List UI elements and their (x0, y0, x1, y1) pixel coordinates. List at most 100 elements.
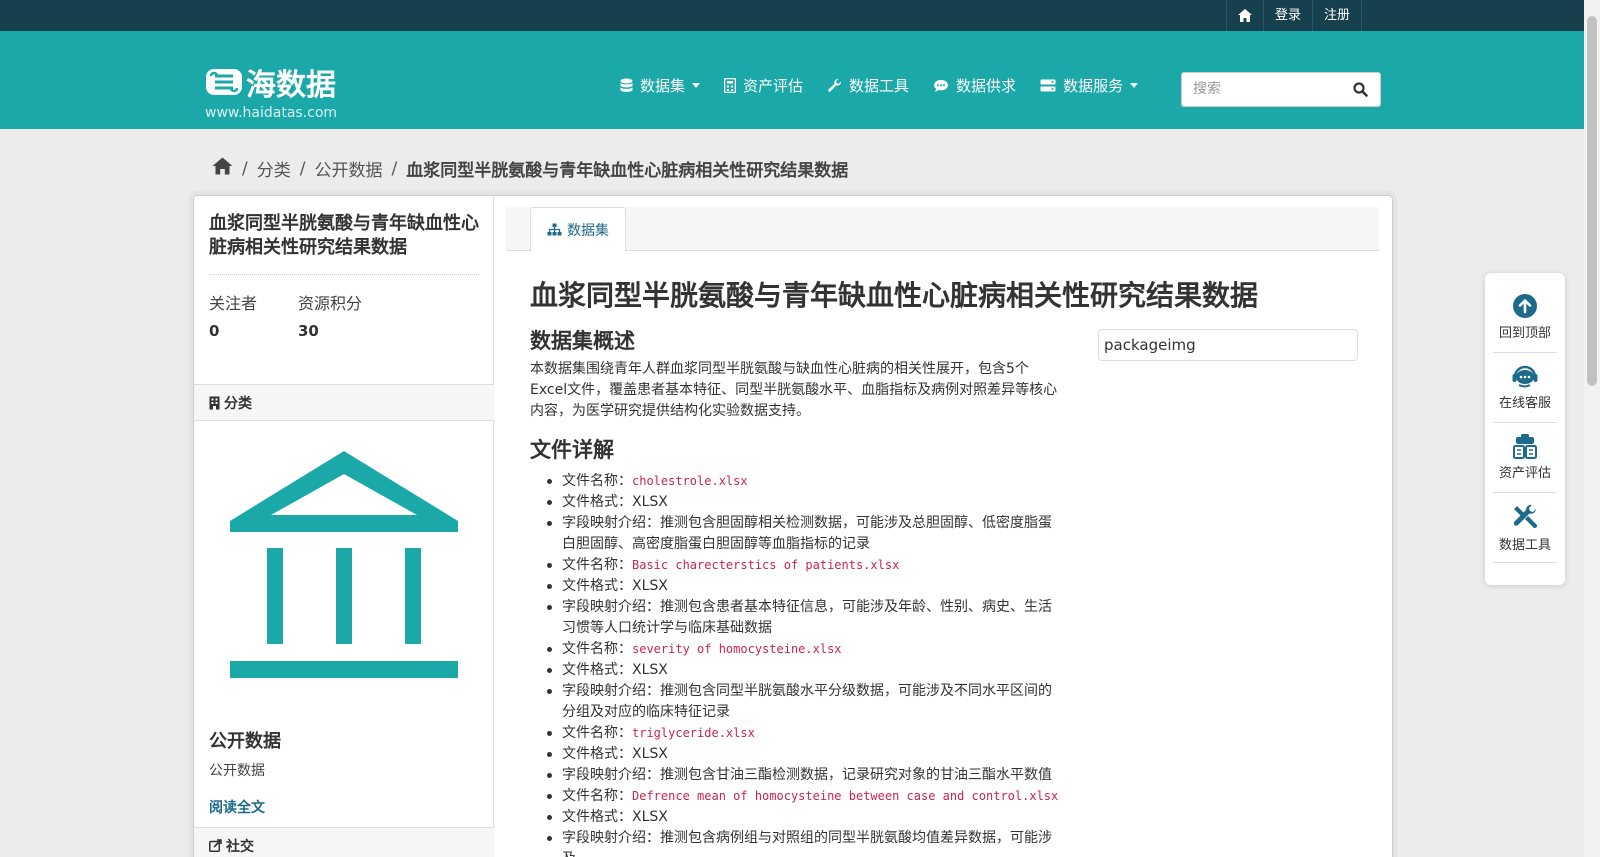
floating-tool-panel: 回到顶部 在线客服 资产评估 数据工具 (1485, 273, 1565, 585)
list-item: 字段映射介绍：推测包含胆固醇相关检测数据，可能涉及总胆固醇、低密度脂蛋白胆固醇、… (530, 513, 1065, 555)
read-more-link[interactable]: 阅读全文 (209, 797, 265, 817)
server-icon (1040, 79, 1056, 92)
format-prefix: 文件格式： (562, 494, 632, 510)
sidebar: 血浆同型半胱氨酸与青年缺血性心脏病相关性研究结果数据 关注者 资源积分 0 30… (194, 196, 494, 857)
list-item: 字段映射介绍：推测包含甘油三酯检测数据，记录研究对象的甘油三酯水平数值 (530, 765, 1065, 786)
list-item: 文件格式：XLSX (530, 744, 1065, 765)
logo-mark-icon (206, 69, 242, 95)
file-list: 文件名称：cholestrole.xlsx 文件格式：XLSX 字段映射介绍：推… (530, 471, 1065, 857)
list-item: 文件名称：triglyceride.xlsx (530, 723, 1065, 744)
back-to-top-button[interactable]: 回到顶部 (1493, 283, 1557, 353)
points-label: 资源积分 (298, 294, 363, 313)
site-logo[interactable]: 海数据 (205, 60, 336, 104)
login-link[interactable]: 登录 (1262, 0, 1312, 31)
chevron-down-icon (1130, 83, 1139, 88)
org-description: 公开数据 (209, 763, 265, 779)
float-label: 数据工具 (1498, 538, 1551, 553)
name-prefix: 文件名称： (562, 641, 632, 657)
online-support-button[interactable]: 在线客服 (1493, 353, 1557, 423)
org-heading: 公开数据 (209, 731, 281, 752)
list-item: 文件名称：Basic charecterstics of patients.xl… (530, 555, 1065, 576)
nav-data-tools[interactable]: 数据工具 (827, 75, 909, 96)
home-icon (212, 157, 233, 175)
file-name: cholestrole.xlsx (632, 474, 748, 488)
chevron-down-icon (692, 83, 701, 88)
account-links: 登录 注册 (1225, 0, 1362, 31)
social-module-heading: 社交 (194, 827, 494, 857)
name-prefix: 文件名称： (562, 557, 632, 573)
clipboard-icon (1513, 434, 1537, 459)
breadcrumb: / 分类 / 公开数据 / 血浆同型半胱氨酸与青年缺血性心脏病相关性研究结果数据 (212, 156, 848, 181)
file-name: severity of homocysteine.xlsx (632, 642, 842, 656)
followers-count: 0 (209, 322, 220, 340)
breadcrumb-separator: / (299, 158, 306, 179)
scrollbar-thumb[interactable] (1587, 16, 1597, 386)
name-prefix: 文件名称： (562, 473, 632, 489)
list-item: 字段映射介绍：推测包含同型半胱氨酸水平分级数据，可能涉及不同水平区间的分组及对应… (530, 681, 1065, 723)
main-wrapper: 血浆同型半胱氨酸与青年缺血性心脏病相关性研究结果数据 关注者 资源积分 0 30… (193, 195, 1393, 857)
list-item: 文件名称：severity of homocysteine.xlsx (530, 639, 1065, 660)
breadcrumb-category[interactable]: 分类 (257, 156, 291, 181)
nav-label: 数据服务 (1063, 77, 1124, 95)
breadcrumb-home[interactable] (212, 157, 233, 180)
float-label: 回到顶部 (1498, 326, 1551, 341)
nav-label: 资产评估 (743, 77, 804, 95)
list-item: 文件名称：cholestrole.xlsx (530, 471, 1065, 492)
search-button[interactable] (1353, 82, 1368, 101)
name-prefix: 文件名称： (562, 788, 632, 804)
breadcrumb-current[interactable]: 血浆同型半胱氨酸与青年缺血性心脏病相关性研究结果数据 (406, 156, 848, 181)
file-format: XLSX (632, 662, 668, 678)
float-label: 资产评估 (1498, 466, 1551, 481)
headset-icon (1512, 365, 1538, 388)
list-item: 字段映射介绍：推测包含病例组与对照组的同型半胱氨酸均值差异数据，可能涉及 (530, 828, 1065, 857)
nav-datasets[interactable]: 数据集 (620, 75, 701, 96)
desc-prefix: 字段映射介绍： (562, 599, 660, 615)
sitemap-icon (547, 223, 562, 236)
home-link[interactable] (1225, 0, 1263, 31)
building-icon (209, 396, 220, 409)
file-format: XLSX (632, 494, 668, 510)
nav-data-services[interactable]: 数据服务 (1040, 75, 1139, 96)
search-input[interactable] (1193, 81, 1338, 97)
list-item: 文件格式：XLSX (530, 807, 1065, 828)
calculator-icon (724, 78, 737, 93)
breadcrumb-separator: / (391, 158, 398, 179)
search-icon (1353, 82, 1368, 97)
primary-content: 数据集 血浆同型半胱氨酸与青年缺血性心脏病相关性研究结果数据 数据集概述 本数据… (494, 196, 1392, 857)
main-nav: 数据集 资产评估 数据工具 数据供求 数据服务 (620, 75, 1162, 96)
desc-prefix: 字段映射介绍： (562, 830, 660, 846)
float-label: 在线客服 (1498, 396, 1551, 411)
format-prefix: 文件格式： (562, 809, 632, 825)
nav-label: 数据供求 (956, 77, 1017, 95)
data-tools-button[interactable]: 数据工具 (1493, 493, 1557, 563)
category-module-heading: 分类 (194, 384, 494, 421)
list-item: 文件名称：Defrence mean of homocysteine betwe… (530, 786, 1065, 807)
tab-dataset[interactable]: 数据集 (530, 207, 626, 252)
asset-eval-button[interactable]: 资产评估 (1493, 423, 1557, 493)
page-scrollbar[interactable] (1584, 0, 1600, 857)
breadcrumb-org[interactable]: 公开数据 (314, 156, 382, 181)
format-prefix: 文件格式： (562, 578, 632, 594)
dataset-heading: 血浆同型半胱氨酸与青年缺血性心脏病相关性研究结果数据 (530, 279, 1259, 312)
name-prefix: 文件名称： (562, 725, 632, 741)
desc-prefix: 字段映射介绍： (562, 683, 660, 699)
nav-label: 数据集 (640, 77, 686, 95)
divider (209, 274, 479, 275)
tools-icon (1513, 504, 1538, 529)
share-icon (209, 839, 222, 852)
comment-icon (934, 79, 949, 92)
sidebar-dataset-title: 血浆同型半胱氨酸与青年缺血性心脏病相关性研究结果数据 (209, 213, 479, 258)
package-image: packageimg (1098, 329, 1358, 361)
register-link[interactable]: 注册 (1311, 0, 1362, 31)
arrow-up-circle-icon (1513, 294, 1537, 318)
desc-prefix: 字段映射介绍： (562, 767, 660, 783)
file-format: XLSX (632, 746, 668, 762)
nav-asset-eval[interactable]: 资产评估 (724, 75, 803, 96)
tab-label: 数据集 (567, 222, 609, 239)
breadcrumb-separator: / (242, 158, 248, 179)
module-heading-label: 社交 (226, 838, 254, 855)
nav-supply-demand[interactable]: 数据供求 (933, 75, 1016, 96)
list-item: 文件格式：XLSX (530, 492, 1065, 513)
brand-url: www.haidatas.com (205, 105, 338, 121)
wrench-icon (828, 78, 842, 92)
